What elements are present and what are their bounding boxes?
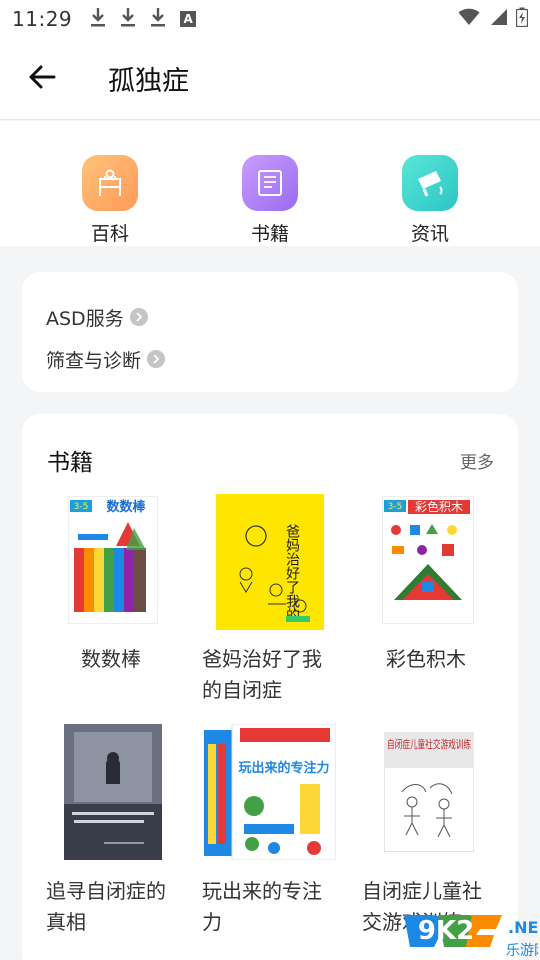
encyclopedia-icon — [82, 155, 138, 211]
category-row: 百科 书籍 资讯 — [0, 121, 540, 246]
book-icon — [242, 155, 298, 211]
chevron-right-icon — [147, 350, 166, 368]
book-item[interactable]: 3-5 数数棒 数数棒 — [46, 494, 206, 694]
download-icon — [150, 7, 166, 32]
page-title: 孤独症 — [108, 66, 189, 97]
category-label: 书籍 — [250, 223, 289, 245]
book-cover: 3-5 数数棒 — [67, 495, 159, 625]
books-header: 书籍 更多 — [22, 414, 518, 480]
book-cover-title: 彩色积木 — [415, 500, 463, 514]
wifi-icon — [458, 7, 480, 31]
link-label: 筛查与诊断 — [46, 349, 142, 372]
book-cover: 3-5 彩色积木 — [381, 495, 475, 625]
chevron-right-icon — [129, 308, 148, 326]
watermark-net: .NET — [508, 918, 538, 937]
books-card: 书籍 更多 3-5 数数棒 数数棒 爸妈治好了我的 爸妈治好了我的自闭症 3-5… — [22, 414, 518, 960]
status-time: 11:29 — [12, 7, 73, 31]
book-title: 玩出来的专注力 — [202, 879, 322, 934]
book-cover-title: 数数棒 — [106, 499, 146, 515]
book-cover: 爸妈治好了我的 — [216, 494, 324, 630]
book-cover: 玩出来的专注力 — [204, 723, 337, 861]
book-item[interactable]: 爸妈治好了我的 爸妈治好了我的自闭症 — [202, 494, 362, 714]
a-badge-icon: A — [180, 11, 197, 27]
category-books[interactable]: 书籍 — [210, 121, 330, 246]
back-arrow-icon — [28, 65, 56, 93]
book-cover-title: 爸妈治好了我的 — [284, 524, 300, 622]
book-cover — [64, 724, 162, 860]
book-title: 爸妈治好了我的自闭症 — [202, 647, 322, 702]
book-title: 彩色积木 — [386, 647, 466, 671]
back-button[interactable] — [0, 38, 84, 120]
book-cover-title: 自闭症儿童社交游戏训练 — [387, 737, 471, 751]
book-cover: 自闭症儿童社交游戏训练 — [383, 731, 475, 853]
site-watermark: 9K2 .NET 乐游网 — [398, 905, 540, 960]
battery-icon — [515, 7, 529, 32]
watermark-sub: 乐游网 — [506, 943, 538, 959]
book-item[interactable]: 追寻自闭症的真相 — [46, 724, 206, 944]
category-label: 资讯 — [410, 223, 449, 245]
screening-diagnosis-link[interactable]: 筛查与诊断 — [46, 338, 494, 380]
app-header: 孤独症 — [0, 38, 540, 120]
status-bar: 11:29 A — [0, 0, 540, 38]
book-cover-badge: 3-5 — [388, 502, 403, 512]
service-links-card: ASD服务 筛查与诊断 — [22, 272, 518, 392]
category-label: 百科 — [90, 223, 129, 245]
book-title: 追寻自闭症的真相 — [46, 879, 166, 934]
books-section-title: 书籍 — [47, 450, 93, 476]
signal-icon — [488, 7, 508, 31]
more-link[interactable]: 更多 — [460, 448, 494, 473]
book-item[interactable]: 3-5 彩色积木 彩色积木 — [362, 494, 522, 694]
download-icon — [120, 7, 136, 32]
watermark-mark: 9K2 — [418, 916, 474, 946]
download-icon — [90, 7, 106, 32]
book-item[interactable]: 玩出来的专注力 玩出来的专注力 — [202, 723, 362, 944]
category-encyclopedia[interactable]: 百科 — [50, 121, 170, 246]
book-cover-badge: 3-5 — [74, 502, 89, 512]
book-cover-title: 玩出来的专注力 — [238, 760, 329, 776]
asd-service-link[interactable]: ASD服务 — [46, 296, 494, 338]
news-icon — [402, 155, 458, 211]
category-news[interactable]: 资讯 — [370, 121, 490, 246]
book-title: 数数棒 — [81, 647, 141, 671]
link-label: ASD服务 — [46, 307, 124, 330]
